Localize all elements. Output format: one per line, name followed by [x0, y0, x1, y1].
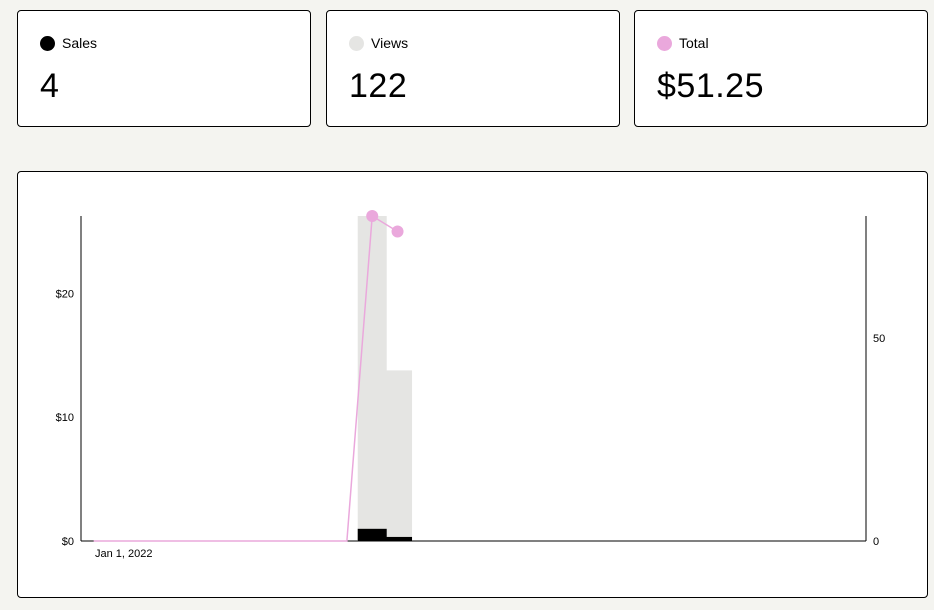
left-tick-label: $0 [62, 536, 74, 548]
left-tick-label: $10 [56, 412, 74, 424]
left-tick-label: $20 [56, 288, 74, 300]
x-tick-label: Jan 1, 2022 [95, 548, 153, 560]
chart-card: $0 $10 $20 0 50 Jan 1, 2022 [17, 171, 928, 598]
total-stat-card: Total $51.25 [634, 10, 928, 127]
views-legend: Views [349, 35, 408, 51]
total-point [366, 210, 379, 222]
total-dot-icon [657, 35, 672, 51]
views-label: Views [371, 35, 409, 51]
views-bar [383, 370, 413, 541]
sales-chart: $0 $10 $20 0 50 Jan 1, 2022 [56, 210, 885, 560]
right-tick-label: 0 [873, 536, 879, 548]
views-value: 122 [349, 67, 408, 105]
sales-dot-icon [40, 35, 55, 51]
sales-value: 4 [40, 67, 60, 105]
right-tick-label: 50 [873, 333, 885, 345]
sales-bar [357, 528, 387, 541]
total-line [93, 214, 398, 542]
views-dot-icon [349, 35, 364, 51]
total-label: Total [679, 35, 709, 51]
sales-legend: Sales [40, 35, 97, 51]
total-point [391, 225, 404, 238]
sales-label: Sales [62, 35, 98, 51]
total-legend: Total [657, 35, 709, 51]
sales-stat-card: Sales 4 [17, 10, 311, 127]
sales-bar [383, 536, 413, 541]
views-bar [357, 216, 387, 541]
views-stat-card: Views 122 [326, 10, 620, 127]
total-value: $51.25 [657, 67, 764, 105]
